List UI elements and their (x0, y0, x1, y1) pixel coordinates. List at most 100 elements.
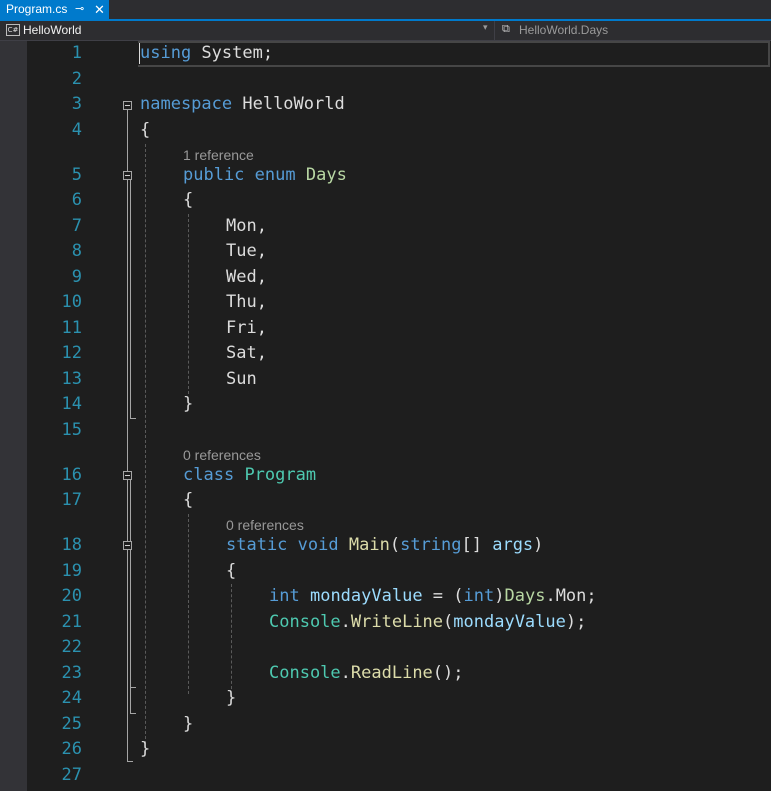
keyword: string (400, 535, 462, 555)
chevron-down-icon[interactable]: ▾ (483, 22, 488, 33)
code-text: ); (565, 612, 587, 632)
code-text: ) (533, 535, 544, 555)
enum-name: Days (504, 586, 546, 606)
code-text: [] (461, 535, 493, 555)
line-number: 4 (71, 120, 82, 140)
line-number: 25 (61, 714, 82, 734)
csharp-project-icon: C# (6, 24, 20, 36)
tab-program-cs[interactable]: Program.cs ⊸ ✕ (0, 0, 109, 19)
line-number: 19 (61, 561, 82, 581)
code-text: . (340, 612, 351, 632)
navigation-bar: C# HelloWorld ▾ ⧉ HelloWorld.Days (0, 21, 771, 41)
code-line-26[interactable]: } (140, 737, 150, 762)
code-text: ( (389, 535, 401, 555)
line-number: 26 (61, 739, 82, 759)
line-number: 27 (61, 765, 82, 785)
outline-end (130, 687, 136, 688)
code-line-24[interactable]: } (226, 686, 236, 711)
line-number: 12 (61, 343, 82, 363)
keyword: namespace (140, 94, 233, 114)
code-line-11[interactable]: Fri, (226, 316, 267, 341)
keyword: class (183, 465, 235, 485)
indent-guide (188, 514, 189, 694)
line-number: 23 (61, 663, 82, 683)
line-number: 16 (61, 465, 82, 485)
code-line-16[interactable]: class Program (183, 463, 316, 488)
code-line-10[interactable]: Thu, (226, 290, 267, 315)
keyword: int (269, 586, 300, 606)
code-line-20[interactable]: int mondayValue = (int)Days.Mon; (269, 584, 597, 609)
code-text: . (340, 663, 351, 683)
line-number: 1 (71, 43, 82, 63)
tab-strip: Program.cs ⊸ ✕ (0, 0, 771, 21)
code-line-25[interactable]: } (183, 712, 193, 737)
keyword: int (463, 586, 495, 606)
line-number: 24 (61, 688, 82, 708)
code-line-23[interactable]: Console.ReadLine(); (269, 661, 464, 686)
outline-end (130, 713, 136, 714)
indicator-margin (0, 41, 27, 791)
collapse-method-icon[interactable] (123, 541, 132, 550)
method-name: Main (348, 535, 390, 555)
code-text: (); (432, 663, 464, 683)
line-number: 5 (71, 165, 82, 185)
collapse-class-icon[interactable] (123, 471, 132, 480)
variable-name: mondayValue (309, 586, 423, 606)
code-line-13[interactable]: Sun (226, 367, 257, 392)
code-text: = ( (422, 586, 464, 606)
codelens-references[interactable]: 0 references (226, 516, 304, 534)
line-number: 10 (61, 292, 82, 312)
code-line-8[interactable]: Tue, (226, 239, 267, 264)
code-line-9[interactable]: Wed, (226, 265, 267, 290)
line-number: 9 (71, 267, 82, 287)
class-name: Program (244, 465, 317, 485)
code-text: ) (494, 586, 505, 606)
line-number: 15 (61, 420, 82, 440)
enum-name: Days (305, 165, 347, 185)
indent-guide (231, 584, 232, 689)
indent-guide (188, 214, 189, 394)
line-number: 6 (71, 190, 82, 210)
code-line-4[interactable]: { (140, 118, 150, 143)
code-editor[interactable]: 1 2 3 4 5 6 7 8 9 10 11 12 13 14 15 16 1… (0, 41, 771, 791)
line-number: 8 (71, 241, 82, 261)
code-line-21[interactable]: Console.WriteLine(mondayValue); (269, 610, 586, 635)
keyword: enum (254, 165, 296, 185)
method-name: WriteLine (350, 612, 444, 632)
collapse-namespace-icon[interactable] (123, 101, 132, 110)
code-line-18[interactable]: static void Main(string[] args) (226, 533, 543, 558)
class-name: Console (269, 612, 341, 632)
line-number: 13 (61, 369, 82, 389)
line-number: 14 (61, 394, 82, 414)
code-line-17[interactable]: { (183, 488, 193, 513)
outline-line (127, 110, 128, 761)
enum-icon: ⧉ (502, 23, 510, 35)
code-line-12[interactable]: Sat, (226, 341, 267, 366)
code-text: . (545, 586, 556, 606)
pin-icon[interactable]: ⊸ (75, 0, 84, 19)
code-line-14[interactable]: } (183, 392, 193, 417)
close-icon[interactable]: ✕ (94, 0, 105, 19)
line-number: 17 (61, 490, 82, 510)
codelens-references[interactable]: 1 reference (183, 146, 254, 164)
code-line-5[interactable]: public enum Days (183, 163, 347, 188)
codelens-references[interactable]: 0 references (183, 446, 261, 464)
code-line-7[interactable]: Mon, (226, 214, 267, 239)
member-dropdown[interactable]: ⧉ HelloWorld.Days (496, 21, 771, 40)
keyword: public (183, 165, 245, 185)
code-text: System; (191, 43, 274, 63)
indent-guide (145, 144, 146, 744)
code-line-1[interactable]: using System; (140, 41, 273, 66)
code-line-3[interactable]: namespace HelloWorld (140, 92, 345, 117)
project-label: HelloWorld (23, 23, 82, 37)
parameter-name: args (492, 535, 534, 555)
tab-title: Program.cs (6, 2, 68, 16)
code-line-19[interactable]: { (226, 559, 236, 584)
code-line-6[interactable]: { (183, 188, 193, 213)
line-number: 3 (71, 94, 82, 114)
collapse-enum-icon[interactable] (123, 171, 132, 180)
project-dropdown[interactable]: C# HelloWorld ▾ (0, 21, 495, 40)
line-number: 20 (61, 586, 82, 606)
line-number: 21 (61, 612, 82, 632)
code-text: HelloWorld (232, 94, 345, 114)
